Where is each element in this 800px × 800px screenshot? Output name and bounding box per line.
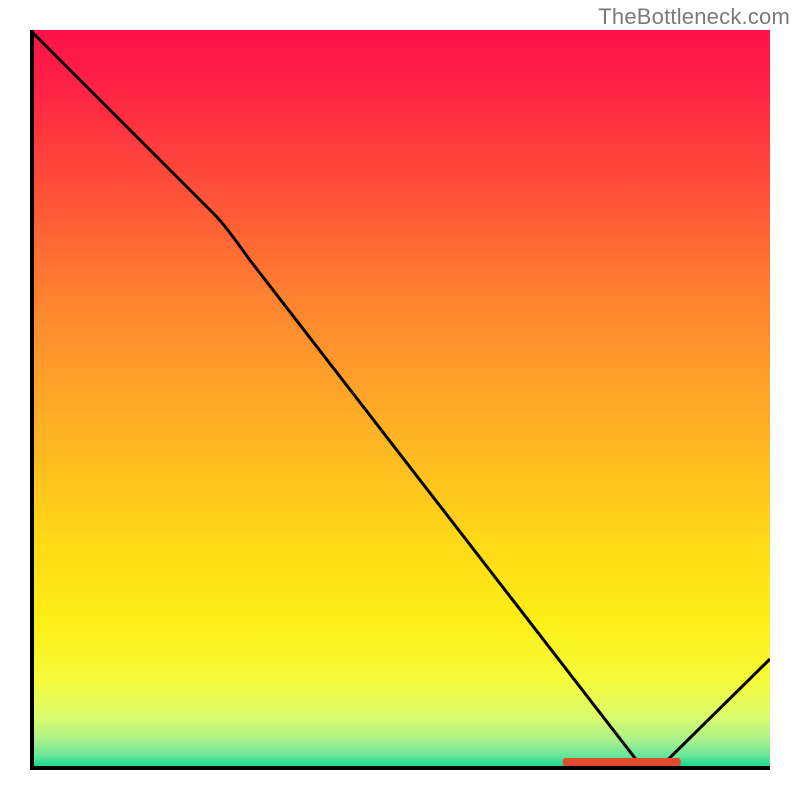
bottleneck-curve bbox=[30, 30, 770, 770]
attribution-text: TheBottleneck.com bbox=[598, 4, 790, 30]
optimal-range-marker bbox=[563, 758, 681, 766]
chart-container: TheBottleneck.com bbox=[0, 0, 800, 800]
plot-area bbox=[30, 30, 770, 770]
